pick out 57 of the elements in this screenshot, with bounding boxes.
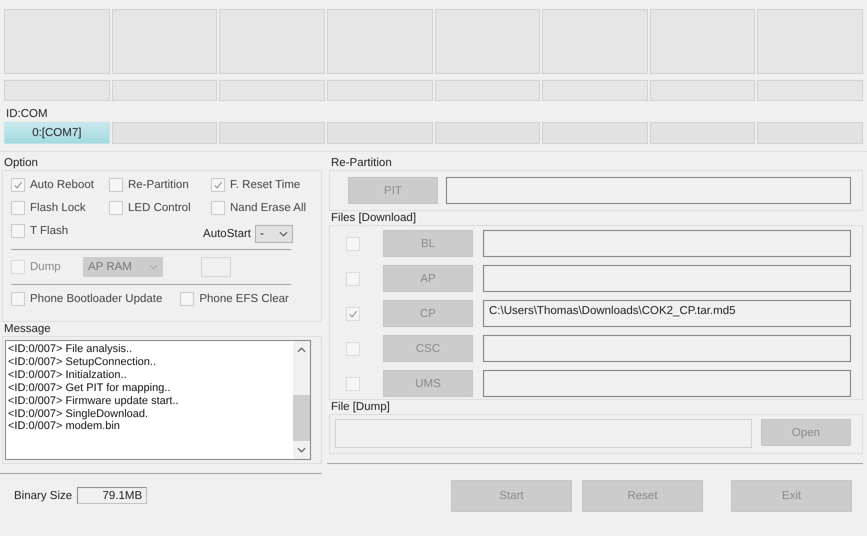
option-label: Dump xyxy=(30,261,61,273)
com-port-slot[interactable] xyxy=(219,122,325,144)
option-label: Nand Erase All xyxy=(230,202,306,214)
com-port-slot[interactable] xyxy=(112,122,218,144)
log-line: <ID:0/007> modem.bin xyxy=(8,420,120,434)
binary-size-label: Binary Size xyxy=(14,490,72,502)
id-com-label: ID:COM xyxy=(6,108,48,120)
com-port-slot[interactable]: 0:[COM7] xyxy=(4,122,110,144)
option-label: T Flash xyxy=(30,225,68,237)
checkbox[interactable] xyxy=(211,201,225,215)
file-path-field[interactable] xyxy=(483,230,851,257)
checkbox[interactable] xyxy=(109,178,123,192)
option-label: LED Control xyxy=(128,202,191,214)
group-title: Option xyxy=(3,156,38,170)
chevron-down-icon xyxy=(149,264,158,270)
option-label: Auto Reboot xyxy=(30,179,94,191)
autostart-label: AutoStart xyxy=(203,228,251,240)
log-line: <ID:0/007> File analysis.. xyxy=(8,343,132,356)
dump-file-field[interactable] xyxy=(335,419,752,448)
option-label: Phone EFS Clear xyxy=(199,293,289,305)
pit-file-field[interactable] xyxy=(446,177,851,204)
checkbox[interactable] xyxy=(109,201,123,215)
checkbox[interactable] xyxy=(180,292,194,306)
checkbox[interactable] xyxy=(211,178,225,192)
scroll-thumb[interactable] xyxy=(293,395,310,441)
checkbox[interactable] xyxy=(11,178,25,192)
file-path-field[interactable] xyxy=(483,370,851,397)
group-title: Files [Download] xyxy=(330,211,416,225)
dump-field[interactable] xyxy=(201,257,231,277)
chevron-down-icon xyxy=(279,231,288,237)
option-label: Flash Lock xyxy=(30,202,86,214)
autostart-dropdown[interactable]: - xyxy=(255,225,293,243)
option-label: F. Reset Time xyxy=(230,179,300,191)
group-title: File [Dump] xyxy=(330,400,390,414)
log-line: <ID:0/007> Firmware update start.. xyxy=(8,394,179,408)
option-label: Phone Bootloader Update xyxy=(30,293,162,305)
checkbox[interactable] xyxy=(11,292,25,306)
file-path-field[interactable] xyxy=(483,265,851,292)
log-line: <ID:0/007> Get PIT for mapping.. xyxy=(8,382,170,395)
log-line: <ID:0/007> Initialzation.. xyxy=(8,368,127,382)
group-title: Message xyxy=(3,322,51,336)
com-port-slot[interactable] xyxy=(434,122,540,144)
scroll-down-icon[interactable] xyxy=(297,446,306,452)
scroll-up-icon[interactable] xyxy=(297,346,306,352)
com-port-slot[interactable] xyxy=(542,122,648,144)
scrollbar[interactable] xyxy=(293,341,310,459)
file-path-field[interactable] xyxy=(483,335,851,362)
log-line: <ID:0/007> SingleDownload. xyxy=(8,408,148,420)
binary-size-field: 79.1MB xyxy=(77,487,148,504)
log-line: <ID:0/007> SetupConnection.. xyxy=(8,356,156,369)
option-label: Re-Partition xyxy=(128,179,189,191)
checkbox[interactable] xyxy=(11,201,25,215)
com-port-slot[interactable] xyxy=(326,122,432,144)
checkbox[interactable] xyxy=(11,224,25,238)
group-title: Re-Partition xyxy=(330,156,392,170)
com-port-slot[interactable] xyxy=(650,122,756,144)
com-port-slot[interactable] xyxy=(757,122,863,144)
